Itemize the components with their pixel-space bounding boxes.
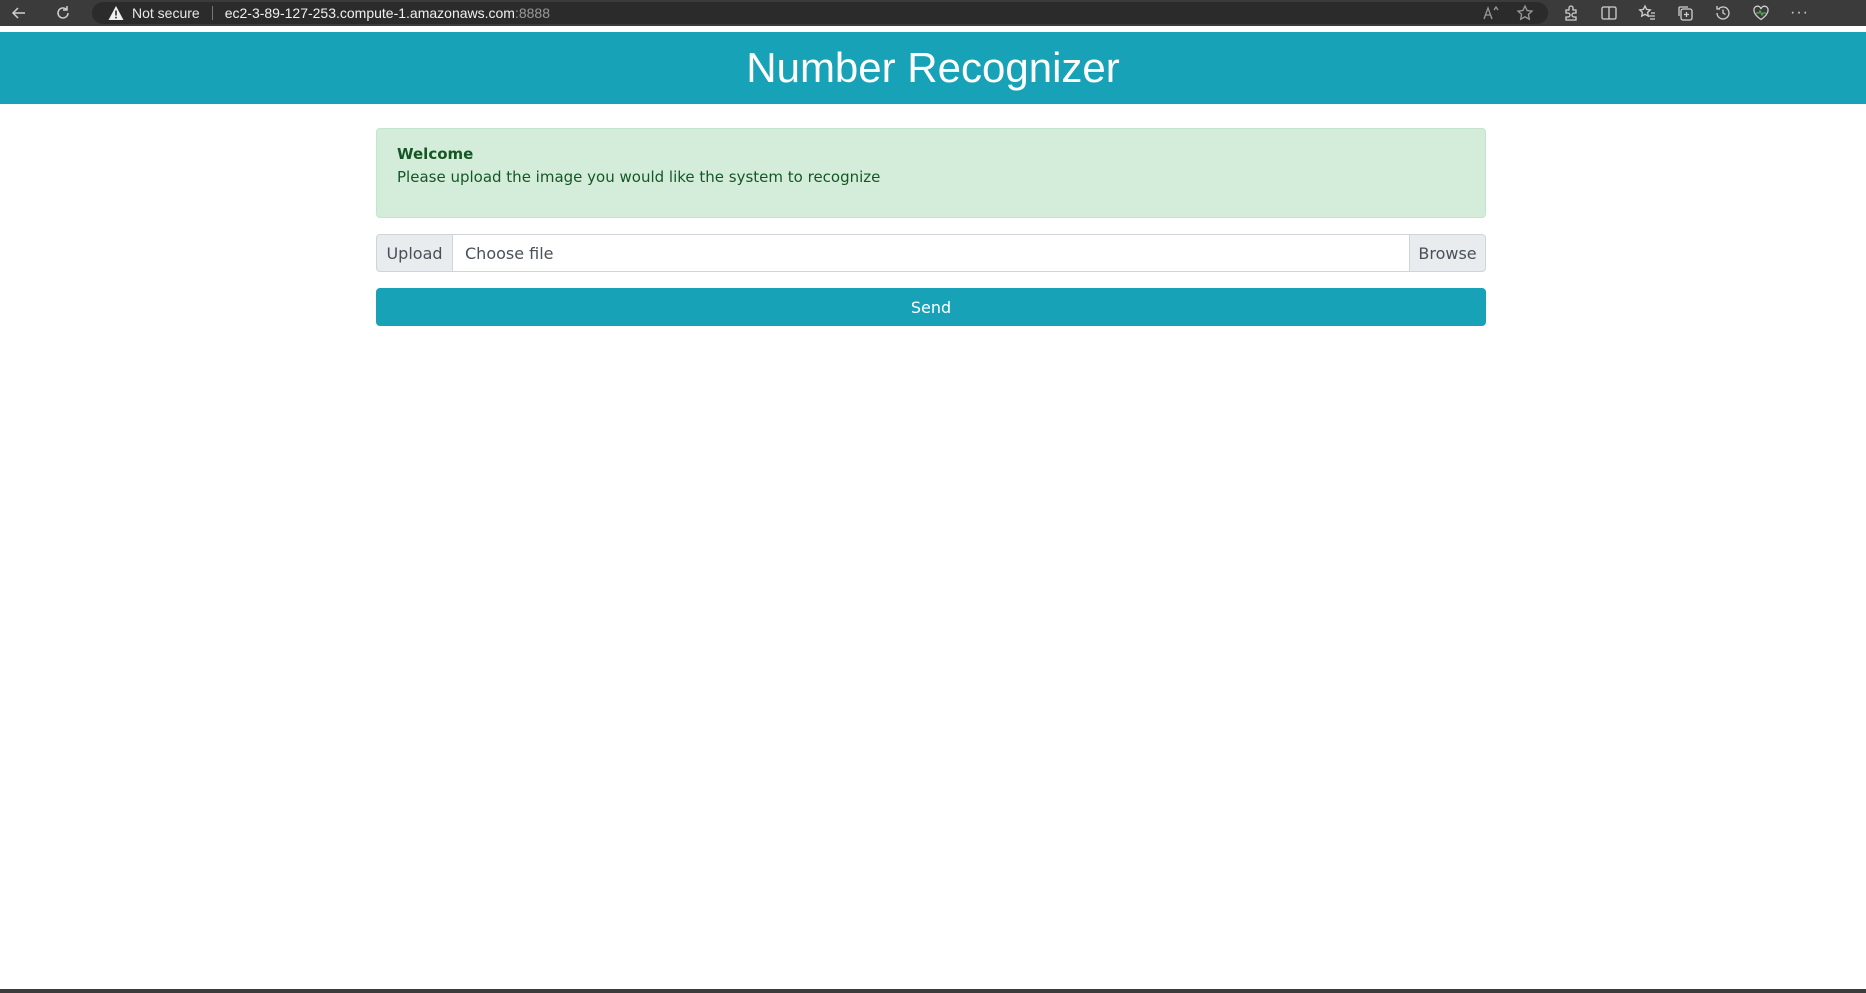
main-container: Welcome Please upload the image you woul… bbox=[376, 128, 1486, 326]
read-aloud-icon[interactable] bbox=[1482, 4, 1500, 22]
alert-message: Please upload the image you would like t… bbox=[397, 168, 881, 186]
favorites-icon[interactable] bbox=[1638, 4, 1656, 22]
star-icon[interactable] bbox=[1516, 4, 1534, 22]
file-upload-group: Upload Choose file Browse bbox=[376, 234, 1486, 272]
extensions-icon[interactable] bbox=[1562, 4, 1580, 22]
url-host: ec2-3-89-127-253.compute-1.amazonaws.com bbox=[224, 5, 515, 21]
browse-button[interactable]: Browse bbox=[1409, 234, 1486, 272]
upload-label: Upload bbox=[376, 234, 453, 272]
split-screen-icon[interactable] bbox=[1600, 4, 1618, 22]
page-title: Number Recognizer bbox=[746, 44, 1120, 91]
back-arrow-icon[interactable] bbox=[4, 0, 34, 26]
window-bottom-edge bbox=[0, 989, 1866, 993]
alert-heading: Welcome bbox=[397, 145, 474, 163]
collections-icon[interactable] bbox=[1676, 4, 1694, 22]
send-button[interactable]: Send bbox=[376, 288, 1486, 326]
warning-icon bbox=[108, 5, 124, 21]
refresh-icon[interactable] bbox=[48, 0, 78, 26]
more-icon[interactable]: ··· bbox=[1790, 5, 1809, 21]
browser-essentials-icon[interactable] bbox=[1752, 4, 1770, 22]
history-icon[interactable] bbox=[1714, 4, 1732, 22]
browser-toolbar: Not secure ec2-3-89-127-253.compute-1.am… bbox=[0, 0, 1866, 26]
browser-tools: ··· bbox=[1562, 0, 1809, 26]
file-input[interactable]: Choose file bbox=[453, 234, 1409, 272]
address-bar[interactable]: Not secure ec2-3-89-127-253.compute-1.am… bbox=[92, 2, 1548, 24]
security-status[interactable]: Not secure bbox=[132, 5, 200, 21]
address-divider bbox=[211, 6, 213, 20]
page-header: Number Recognizer bbox=[0, 32, 1866, 104]
url-port: :8888 bbox=[514, 5, 551, 21]
welcome-alert: Welcome Please upload the image you woul… bbox=[376, 128, 1486, 218]
